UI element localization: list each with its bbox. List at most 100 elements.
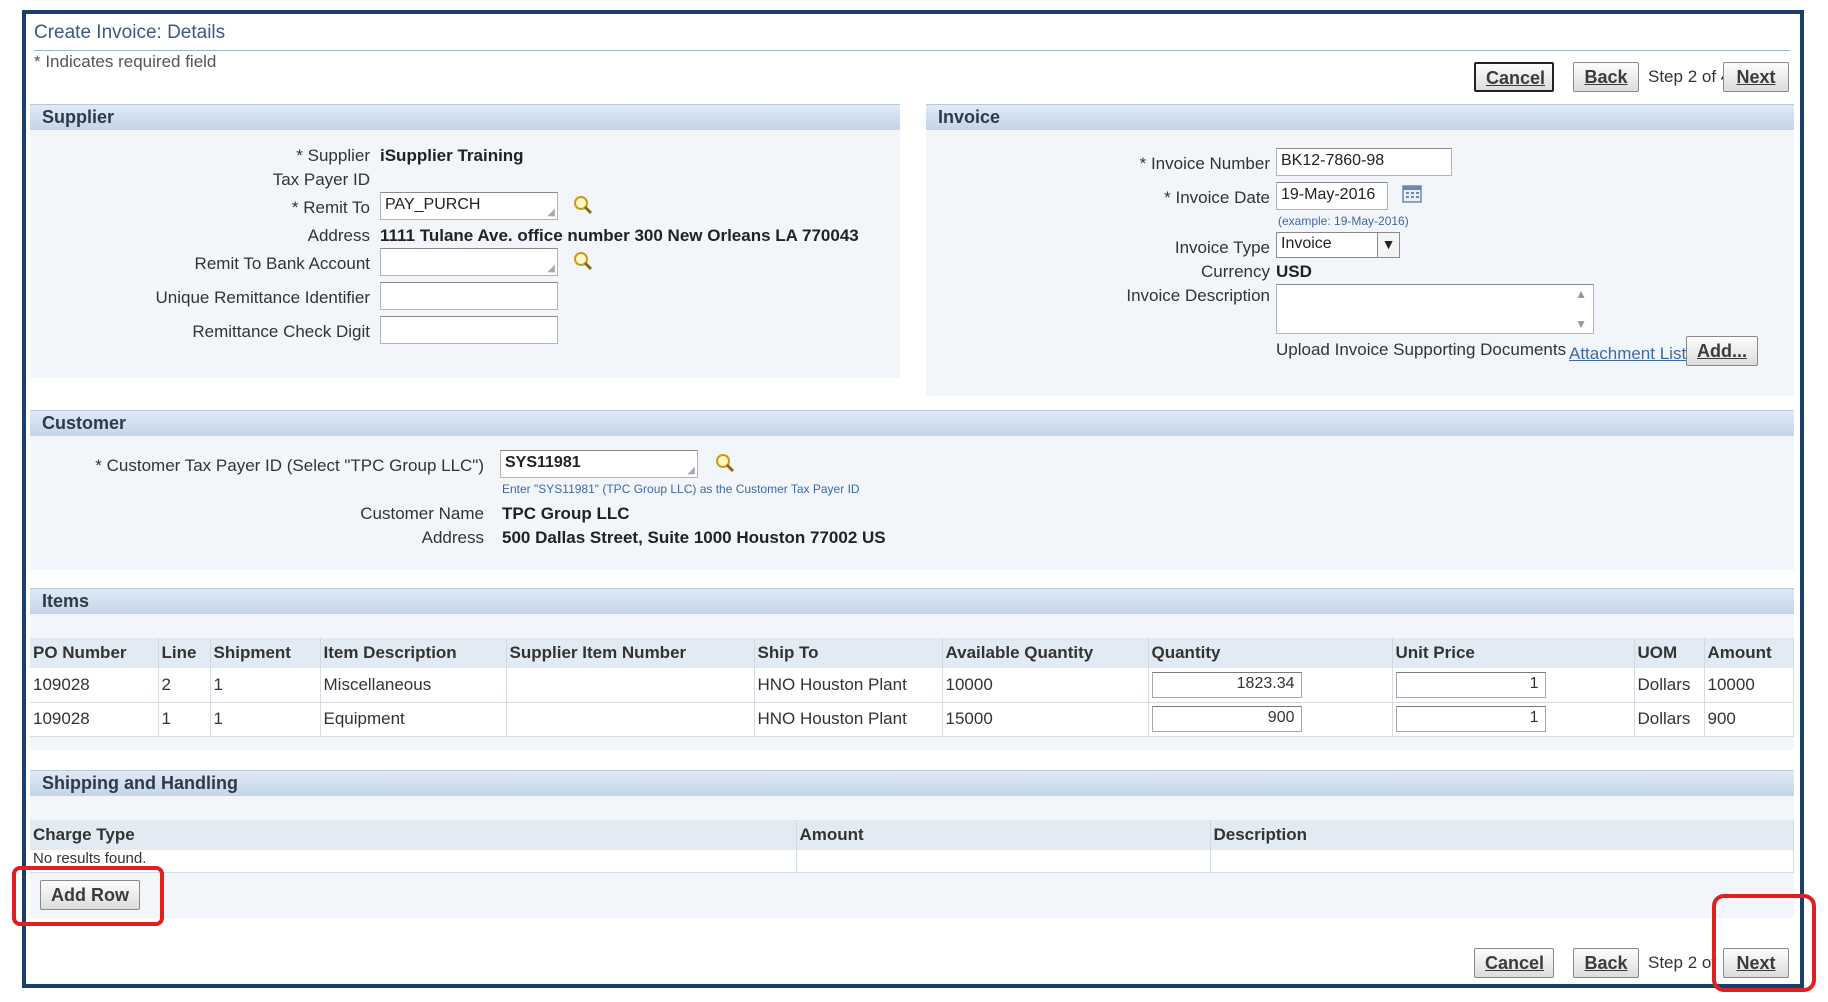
search-icon[interactable] [572, 194, 594, 216]
customer-name-label: Customer Name [360, 504, 484, 523]
customer-section: * Customer Tax Payer ID (Select "TPC Gro… [30, 436, 1794, 570]
supplier-section-header: Supplier [30, 104, 900, 130]
amount-cell: 10000 [1704, 668, 1794, 703]
quantity-input[interactable]: 1823.34 [1151, 671, 1302, 698]
scroll-up-icon[interactable]: ▲ [1575, 287, 1587, 301]
column-header: Ship To [754, 638, 943, 668]
line-cell: 2 [158, 668, 211, 703]
cancel-button-bottom[interactable]: Cancel [1474, 948, 1554, 978]
invoice-section-header: Invoice [926, 104, 1794, 130]
remit-to-value: PAY_PURCH [385, 196, 481, 213]
supplier-address-value: 1111 Tulane Ave. office number 300 New O… [380, 226, 859, 245]
column-header: Quantity [1148, 638, 1393, 668]
column-header: Unit Price [1392, 638, 1635, 668]
invoice-date-label: * Invoice Date [1164, 188, 1270, 207]
remit-to-input[interactable]: PAY_PURCH ◢ [380, 192, 558, 220]
unique-remittance-input[interactable] [380, 282, 558, 310]
remittance-check-digit-input[interactable] [380, 316, 558, 344]
taxpayer-id-label: Tax Payer ID [272, 170, 370, 189]
quantity-cell: 900 [1148, 702, 1393, 737]
line-cell: 1 [158, 702, 211, 737]
customer-address-value: 500 Dallas Street, Suite 1000 Houston 77… [502, 528, 886, 547]
unit-price-cell: 1 [1392, 702, 1635, 737]
supplier-item-number-cell [506, 702, 755, 737]
unit-price-cell: 1 [1392, 668, 1635, 703]
invoice-description-textarea[interactable]: ▲ ▼ [1276, 284, 1594, 334]
invoice-number-label: * Invoice Number [1139, 154, 1270, 173]
customer-taxpayer-hint: Enter "SYS11981" (TPC Group LLC) as the … [502, 482, 860, 496]
back-button-top[interactable]: Back [1573, 62, 1639, 92]
scroll-down-icon[interactable]: ▼ [1575, 317, 1587, 331]
resize-grip-icon: ◢ [687, 465, 695, 476]
address-label: Address [307, 226, 370, 245]
unit-price-input[interactable]: 1 [1395, 706, 1546, 732]
unit-price-input[interactable]: 1 [1395, 671, 1546, 698]
supplier-section: * Supplier iSupplier Training Tax Payer … [30, 130, 900, 378]
column-header: Description [1210, 820, 1794, 850]
column-header: Shipment [210, 638, 321, 668]
search-icon[interactable] [714, 452, 736, 474]
invoice-type-select[interactable]: Invoice ▼ [1276, 232, 1400, 258]
po-number-cell: 109028 [30, 668, 159, 703]
calendar-icon[interactable] [1402, 184, 1422, 204]
invoice-number-value: BK12-7860-98 [1281, 152, 1385, 169]
items-table-header: PO Number Line Shipment Item Description… [30, 638, 1794, 668]
ship-to-cell: HNO Houston Plant [754, 702, 943, 737]
remit-to-bank-label: Remit To Bank Account [194, 254, 370, 273]
cancel-button-top[interactable]: Cancel [1474, 62, 1554, 92]
invoice-date-value: 19-May-2016 [1281, 186, 1376, 203]
next-button-highlight [1712, 894, 1816, 992]
column-header: UOM [1634, 638, 1705, 668]
title-divider [34, 50, 1790, 51]
uom-cell: Dollars [1634, 668, 1705, 703]
quantity-cell: 1823.34 [1148, 668, 1393, 703]
customer-taxpayer-value: SYS11981 [505, 454, 581, 471]
items-table: PO Number Line Shipment Item Description… [30, 638, 1794, 737]
shipment-cell: 1 [210, 702, 321, 737]
add-row-bar [30, 874, 1794, 914]
customer-taxpayer-label: * Customer Tax Payer ID (Select "TPC Gro… [95, 456, 484, 475]
customer-taxpayer-input[interactable]: SYS11981 ◢ [500, 450, 698, 478]
add-attachment-button[interactable]: Add... [1686, 336, 1758, 366]
invoice-section: * Invoice Number BK12-7860-98 * Invoice … [926, 130, 1794, 396]
item-description-cell: Miscellaneous [320, 668, 507, 703]
quantity-input[interactable]: 900 [1151, 706, 1302, 732]
invoice-description-label: Invoice Description [1126, 286, 1270, 305]
empty-cell [796, 850, 1211, 873]
column-header: Item Description [320, 638, 507, 668]
remit-to-bank-input[interactable]: ◢ [380, 248, 558, 276]
shipping-section-header: Shipping and Handling [30, 770, 1794, 796]
step-indicator-bottom: Step 2 of 4 [1648, 953, 1720, 972]
remittance-check-digit-label: Remittance Check Digit [192, 322, 370, 341]
uom-cell: Dollars [1634, 702, 1705, 737]
available-quantity-cell: 10000 [942, 668, 1149, 703]
upload-documents-label: Upload Invoice Supporting Documents [1276, 340, 1567, 359]
invoice-number-input[interactable]: BK12-7860-98 [1276, 148, 1452, 176]
shipment-cell: 1 [210, 668, 321, 703]
currency-value: USD [1276, 262, 1312, 281]
invoice-type-label: Invoice Type [1174, 238, 1270, 257]
attachment-list-link[interactable]: Attachment List... [1569, 344, 1700, 364]
supplier-value: iSupplier Training [380, 146, 524, 165]
empty-cell [1210, 850, 1794, 873]
shipping-table: Charge Type Amount Description No result… [30, 820, 1794, 873]
invoice-date-input[interactable]: 19-May-2016 [1276, 182, 1388, 210]
resize-grip-icon: ◢ [547, 207, 555, 218]
table-row: 109028 1 1 Equipment HNO Houston Plant 1… [30, 702, 1794, 737]
ship-to-cell: HNO Houston Plant [754, 668, 943, 703]
column-header: Supplier Item Number [506, 638, 755, 668]
items-section-header: Items [30, 588, 1794, 614]
page-title: Create Invoice: Details [34, 22, 226, 43]
customer-section-header: Customer [30, 410, 1794, 436]
unique-remittance-label: Unique Remittance Identifier [155, 288, 370, 307]
amount-cell: 900 [1704, 702, 1794, 737]
resize-grip-icon: ◢ [547, 263, 555, 274]
po-number-cell: 109028 [30, 702, 159, 737]
search-icon[interactable] [572, 250, 594, 272]
invoice-type-value: Invoice [1281, 235, 1332, 252]
back-button-bottom[interactable]: Back [1573, 948, 1639, 978]
shipping-table-header: Charge Type Amount Description [30, 820, 1794, 850]
next-button-top[interactable]: Next [1723, 62, 1789, 92]
column-header: Charge Type [30, 820, 797, 850]
item-description-cell: Equipment [320, 702, 507, 737]
